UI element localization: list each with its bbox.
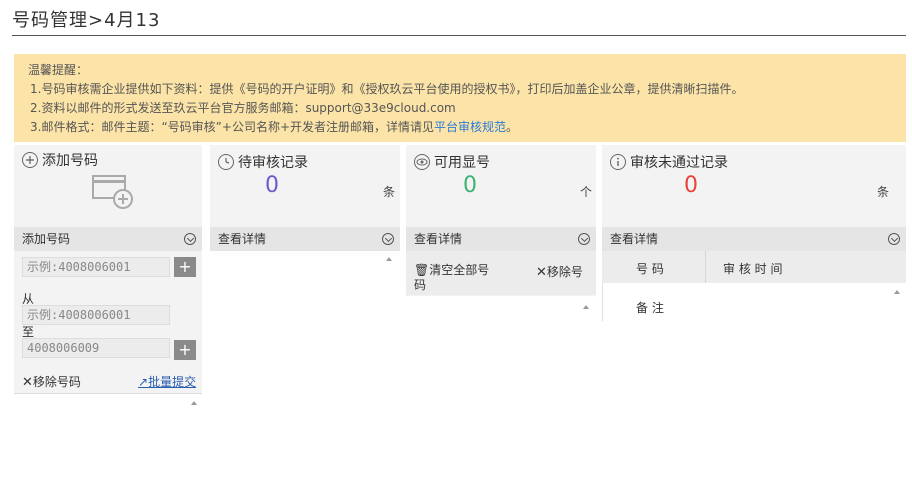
pending-count: 0 bbox=[265, 173, 279, 198]
add-single-button[interactable]: + bbox=[174, 257, 196, 277]
add-device-icon[interactable] bbox=[92, 175, 136, 209]
chevron-down-icon[interactable] bbox=[578, 233, 590, 245]
scroll-up-icon[interactable] bbox=[386, 257, 392, 261]
chevron-down-icon[interactable] bbox=[184, 233, 196, 245]
rejected-title: 审核未通过记录 bbox=[630, 155, 728, 171]
column-review-time: 审 核 时 间 bbox=[723, 262, 783, 276]
clock-icon bbox=[218, 154, 234, 170]
note-label: 备 注 bbox=[636, 301, 664, 315]
plus-circle-icon bbox=[22, 152, 38, 168]
trash-icon: 🗑 bbox=[414, 263, 430, 277]
range-to-input[interactable]: 4008006009 bbox=[22, 338, 170, 358]
pending-details-bar[interactable]: 查看详情 bbox=[210, 227, 400, 251]
notice-line-3-suffix: 。 bbox=[506, 120, 519, 134]
column-divider bbox=[705, 251, 706, 283]
share-arrow-icon: ↗ bbox=[138, 375, 149, 389]
available-count: 0 bbox=[463, 173, 477, 198]
rejected-header: 审核未通过记录 bbox=[610, 152, 728, 172]
pending-header: 待审核记录 bbox=[218, 152, 308, 172]
available-details-bar[interactable]: 查看详情 bbox=[406, 227, 596, 251]
add-number-title: 添加号码 bbox=[42, 153, 98, 169]
add-number-bar-label: 添加号码 bbox=[22, 232, 71, 246]
pending-title: 待审核记录 bbox=[238, 155, 308, 171]
rejected-table-header: 号 码 审 核 时 间 bbox=[602, 251, 906, 283]
removal-list bbox=[14, 393, 202, 486]
available-title: 可用显号 bbox=[434, 155, 490, 171]
remove-number-button[interactable]: ✕移除号码 bbox=[22, 373, 81, 390]
remove-available-button[interactable]: ✕移除号 bbox=[536, 263, 583, 280]
batch-submit-link[interactable]: ↗批量提交 bbox=[138, 373, 196, 390]
rejected-count: 0 bbox=[684, 173, 698, 198]
notice-box: 温馨提醒： 1.号码审核需企业提供如下资料：提供《号码的开户证明》和《授权玖云平… bbox=[14, 54, 906, 142]
rejected-details-label: 查看详情 bbox=[610, 232, 659, 246]
add-number-bar[interactable]: 添加号码 bbox=[14, 227, 202, 251]
panel-rejected: 审核未通过记录 0 条 查看详情 号 码 审 核 时 间 备 注 bbox=[602, 145, 906, 486]
notice-line-3: 3.邮件格式：邮件主题：“号码审核”+公司名称+开发者注册邮箱，详情请见平台审核… bbox=[28, 118, 892, 137]
audit-rules-link[interactable]: 平台审核规范 bbox=[434, 120, 506, 134]
pending-details-label: 查看详情 bbox=[218, 232, 267, 246]
panel-add-number: 添加号码 添加号码 示例:4008006001 + 从 示例:400800600… bbox=[14, 145, 202, 486]
notice-line-2: 2.资料以邮件的形式发送至玖云平台官方服务邮箱：support@33e9clou… bbox=[30, 101, 456, 115]
batch-submit-label: 批量提交 bbox=[148, 375, 197, 389]
pending-list bbox=[210, 251, 400, 486]
scroll-up-icon[interactable] bbox=[583, 305, 589, 309]
notice-line-3-prefix: 3.邮件格式：邮件主题：“号码审核”+公司名称+开发者注册邮箱，详情请见 bbox=[30, 120, 434, 134]
close-icon: ✕ bbox=[22, 375, 33, 390]
notice-heading: 温馨提醒： bbox=[28, 63, 89, 77]
title-divider bbox=[12, 35, 906, 36]
rejected-unit: 条 bbox=[877, 185, 890, 199]
available-unit: 个 bbox=[580, 185, 593, 199]
remove-number-label: 移除号码 bbox=[32, 375, 81, 389]
chevron-down-icon[interactable] bbox=[888, 233, 900, 245]
add-number-header[interactable]: 添加号码 bbox=[22, 150, 98, 170]
row-left-border bbox=[602, 283, 603, 321]
column-number: 号 码 bbox=[636, 262, 664, 276]
panel-available: 可用显号 0 个 查看详情 🗑清空全部号码 ✕移除号 bbox=[406, 145, 596, 486]
eye-icon bbox=[414, 154, 430, 170]
available-list bbox=[406, 296, 596, 486]
clear-all-button[interactable]: 🗑清空全部号码 bbox=[414, 263, 494, 293]
remove-available-label: 移除号 bbox=[546, 265, 583, 279]
notice-line-1: 1.号码审核需企业提供如下资料：提供《号码的开户证明》和《授权玖云平台使用的授权… bbox=[30, 82, 744, 96]
chevron-down-icon[interactable] bbox=[382, 233, 394, 245]
info-icon bbox=[610, 154, 626, 170]
page-title: 号码管理>4月13 bbox=[12, 10, 161, 31]
available-details-label: 查看详情 bbox=[414, 232, 463, 246]
single-number-input[interactable]: 示例:4008006001 bbox=[22, 257, 170, 277]
pending-unit: 条 bbox=[383, 185, 396, 199]
scroll-up-icon[interactable] bbox=[191, 401, 197, 405]
range-from-input[interactable]: 示例:4008006001 bbox=[22, 305, 170, 325]
panel-pending: 待审核记录 0 条 查看详情 bbox=[210, 145, 400, 486]
close-icon: ✕ bbox=[536, 265, 547, 280]
rejected-details-bar[interactable]: 查看详情 bbox=[602, 227, 906, 251]
scroll-up-icon[interactable] bbox=[894, 290, 900, 294]
available-actions: 🗑清空全部号码 ✕移除号 bbox=[406, 251, 596, 295]
available-header: 可用显号 bbox=[414, 152, 490, 172]
add-range-button[interactable]: + bbox=[174, 340, 196, 360]
